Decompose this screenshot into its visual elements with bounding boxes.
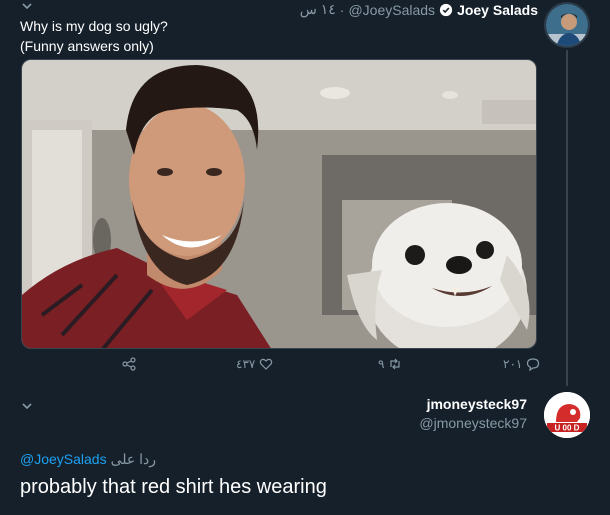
- tweet-handle[interactable]: @jmoneysteck97: [419, 415, 527, 431]
- retweet-icon: [390, 358, 401, 370]
- reply-prefix: ردا على: [110, 451, 157, 467]
- separator: ·: [339, 1, 345, 18]
- like-count: ٤٣٧: [236, 357, 256, 371]
- verified-badge-icon: [439, 3, 453, 16]
- reply-count: ٢٠١: [503, 357, 523, 371]
- tweet-handle[interactable]: @JoeySalads: [348, 2, 435, 18]
- tweet-text: probably that red shirt hes wearing: [20, 476, 327, 498]
- tweet-time: ١٤ س: [299, 1, 336, 17]
- chevron-down-icon[interactable]: [20, 401, 34, 411]
- retweet-count: ٩: [378, 357, 385, 371]
- like-action[interactable]: ٤٣٧: [236, 357, 273, 371]
- share-action[interactable]: [122, 357, 136, 371]
- reply-action[interactable]: ٢٠١: [503, 357, 540, 371]
- reply-context: @JoeySalads ردا على: [20, 451, 156, 468]
- tweet-text-line: (Funny answers only): [20, 38, 154, 54]
- thread-line: [566, 50, 568, 386]
- heart-icon: [260, 358, 273, 370]
- tweet-photo[interactable]: [21, 59, 537, 349]
- tweet-display-name[interactable]: Joey Salads: [457, 2, 538, 18]
- tweet-header: ١٤ س · @JoeySalads Joey Salads: [300, 1, 538, 18]
- tweet-display-name[interactable]: jmoneysteck97: [427, 396, 527, 412]
- chevron-down-icon[interactable]: [20, 1, 34, 11]
- avatar[interactable]: [544, 2, 590, 48]
- tweet-text-line: Why is my dog so ugly?: [20, 18, 168, 34]
- avatar[interactable]: U 00 D: [544, 392, 590, 438]
- tweet-text: Why is my dog so ugly? (Funny answers on…: [20, 16, 168, 56]
- reply-icon: [527, 358, 540, 371]
- retweet-action[interactable]: ٩: [378, 357, 402, 371]
- reply-to-handle[interactable]: @JoeySalads: [20, 451, 107, 468]
- share-icon: [122, 357, 136, 371]
- avatar-logo-text: U 00 D: [555, 424, 580, 433]
